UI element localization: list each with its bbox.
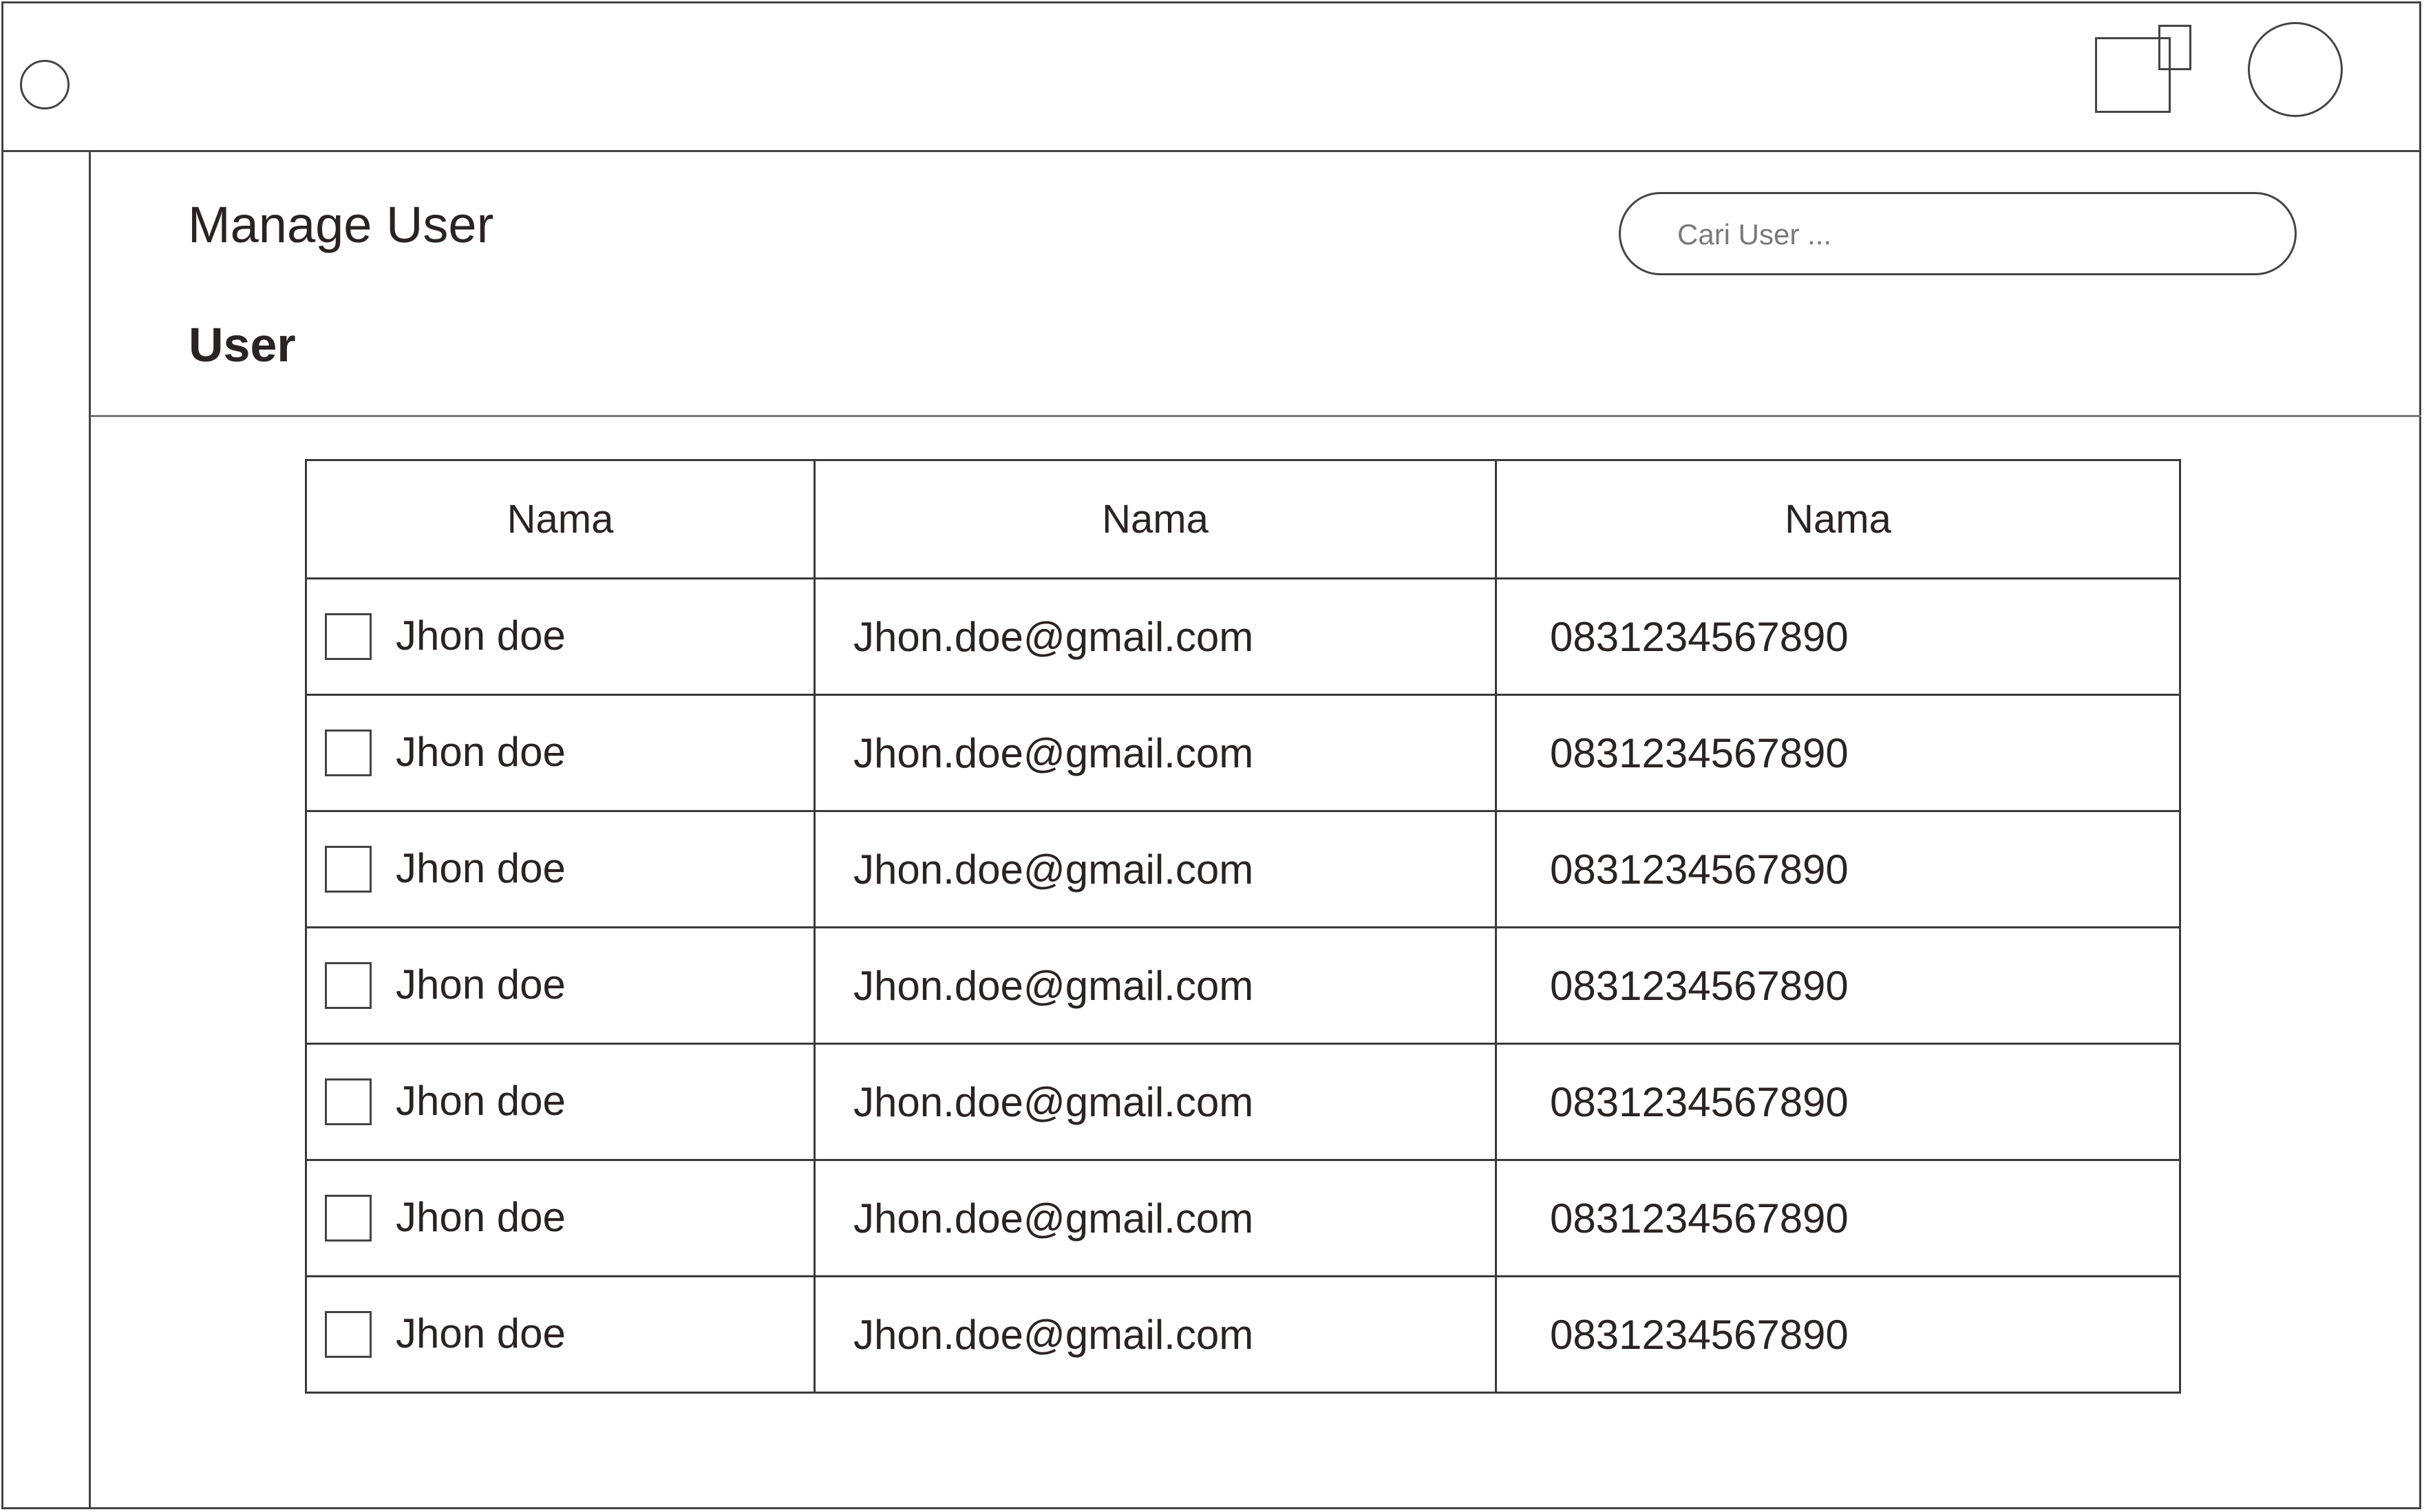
column-header[interactable]: Nama: [1495, 459, 2181, 579]
row-checkbox[interactable]: [325, 613, 372, 660]
table-row[interactable]: Jhon doe Jhon.doe@gmail.com 0831234567890: [305, 1043, 2181, 1161]
row-checkbox[interactable]: [325, 1078, 372, 1125]
avatar-circle-icon[interactable]: [2248, 22, 2343, 117]
page-title: Manage User: [188, 196, 494, 253]
user-phone: 0831234567890: [1495, 926, 2181, 1045]
menu-circle-icon[interactable]: [20, 60, 70, 109]
row-checkbox[interactable]: [325, 1195, 372, 1242]
front-square-shape: [2095, 37, 2171, 113]
user-email: Jhon.doe@gmail.com: [814, 926, 1497, 1045]
user-email: Jhon.doe@gmail.com: [814, 810, 1497, 928]
top-bar: [1, 1, 2421, 152]
sidebar: [1, 151, 91, 1509]
user-name: Jhon doe: [396, 1310, 566, 1357]
user-email: Jhon.doe@gmail.com: [814, 1043, 1497, 1161]
user-phone: 0831234567890: [1495, 810, 2181, 928]
search-input[interactable]: [1676, 194, 2271, 275]
section-title: User: [189, 318, 296, 372]
row-checkbox[interactable]: [325, 730, 372, 776]
overlap-squares-icon[interactable]: [2095, 22, 2193, 116]
user-email: Jhon.doe@gmail.com: [814, 1159, 1497, 1277]
name-cell: Jhon doe: [305, 810, 816, 928]
search-box[interactable]: [1619, 192, 2297, 275]
user-name: Jhon doe: [396, 961, 566, 1008]
user-phone: 0831234567890: [1495, 1275, 2181, 1394]
user-name: Jhon doe: [396, 729, 566, 776]
page-header: [91, 151, 2421, 417]
user-phone: 0831234567890: [1495, 1159, 2181, 1277]
table-row[interactable]: Jhon doe Jhon.doe@gmail.com 0831234567890: [305, 810, 2181, 928]
name-cell: Jhon doe: [305, 1043, 816, 1161]
name-cell: Jhon doe: [305, 1159, 816, 1277]
name-cell: Jhon doe: [305, 1275, 816, 1394]
user-phone: 0831234567890: [1495, 694, 2181, 812]
table-row[interactable]: Jhon doe Jhon.doe@gmail.com 0831234567890: [305, 1159, 2181, 1277]
user-email: Jhon.doe@gmail.com: [814, 577, 1497, 696]
table-row[interactable]: Jhon doe Jhon.doe@gmail.com 0831234567890: [305, 577, 2181, 696]
user-phone: 0831234567890: [1495, 577, 2181, 696]
users-table: Nama Nama Nama Jhon doe Jhon.doe@gmail.co…: [305, 459, 2181, 1394]
table-row[interactable]: Jhon doe Jhon.doe@gmail.com 0831234567890: [305, 926, 2181, 1045]
column-header[interactable]: Nama: [305, 459, 816, 579]
table-row[interactable]: Jhon doe Jhon.doe@gmail.com 0831234567890: [305, 1275, 2181, 1394]
user-phone: 0831234567890: [1495, 1043, 2181, 1161]
name-cell: Jhon doe: [305, 577, 816, 696]
name-cell: Jhon doe: [305, 926, 816, 1045]
name-cell: Jhon doe: [305, 694, 816, 812]
user-email: Jhon.doe@gmail.com: [814, 1275, 1497, 1394]
table-header-row: Nama Nama Nama: [305, 459, 2181, 579]
table-row[interactable]: Jhon doe Jhon.doe@gmail.com 0831234567890: [305, 694, 2181, 812]
row-checkbox[interactable]: [325, 1311, 372, 1358]
column-header[interactable]: Nama: [814, 459, 1497, 579]
row-checkbox[interactable]: [325, 846, 372, 893]
user-email: Jhon.doe@gmail.com: [814, 694, 1497, 812]
user-name: Jhon doe: [396, 613, 566, 659]
user-name: Jhon doe: [396, 1078, 566, 1125]
user-name: Jhon doe: [396, 845, 566, 892]
row-checkbox[interactable]: [325, 962, 372, 1009]
user-name: Jhon doe: [396, 1194, 566, 1241]
